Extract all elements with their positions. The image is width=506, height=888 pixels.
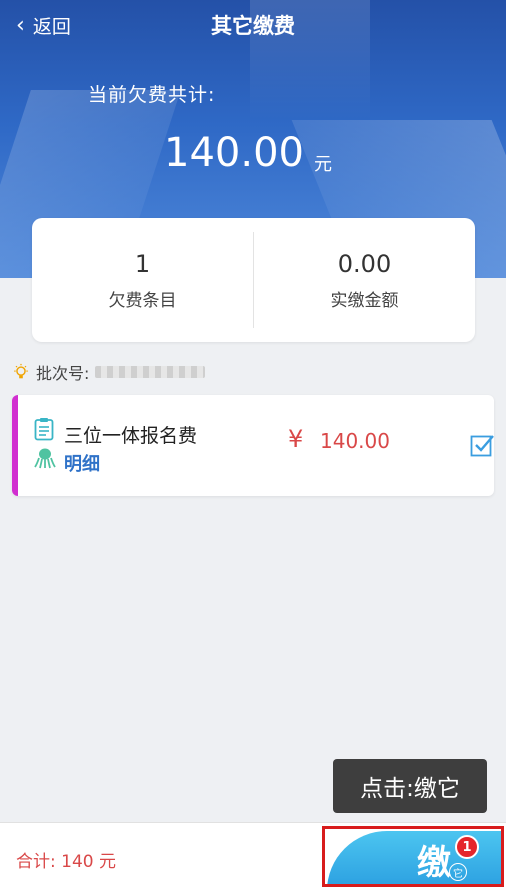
hint-tooltip: 点击:缴它	[333, 759, 487, 813]
total-amount: 合计: 140 元	[16, 852, 116, 872]
fee-price: 140.00	[320, 429, 390, 453]
stat-paid-amount: 0.00 实缴金额	[254, 250, 475, 311]
lightbulb-icon	[14, 363, 28, 379]
batch-number: 批次号:	[12, 360, 206, 384]
batch-label: 批次号:	[36, 364, 90, 383]
stat-label: 欠费条目	[108, 290, 177, 311]
pay-sub-glyph: 它	[449, 863, 467, 881]
checkbox-checked-icon[interactable]	[470, 433, 494, 457]
redacted-batch-value	[95, 366, 206, 378]
pay-glyph-icon: 缴	[417, 843, 451, 883]
clipboard-icon	[34, 418, 54, 441]
page-title: 其它缴费	[211, 14, 295, 38]
fee-name: 三位一体报名费	[64, 425, 198, 447]
stat-owed-items: 1 欠费条目	[32, 250, 253, 311]
pay-button-background	[327, 831, 501, 884]
fee-item[interactable]: 三位一体报名费 明细 ¥ 140.00	[12, 395, 494, 496]
owed-total-amount: 140.00	[164, 130, 304, 176]
cart-count-badge: 1	[455, 835, 479, 859]
pay-button[interactable]: 缴 它 1	[322, 826, 504, 887]
stat-value: 1	[134, 249, 151, 278]
bottom-bar: 合计: 140 元 缴 它 1	[0, 822, 506, 888]
detail-link[interactable]: 明细	[64, 450, 100, 476]
stat-label: 实缴金额	[330, 290, 399, 311]
owed-total-label: 当前欠费共计:	[88, 84, 216, 106]
owed-total-unit: 元	[314, 154, 332, 175]
stats-card: 1 欠费条目 0.00 实缴金额	[32, 218, 475, 342]
currency-symbol: ¥	[288, 425, 304, 453]
octopus-icon	[34, 448, 56, 469]
stat-value: 0.00	[337, 249, 392, 278]
